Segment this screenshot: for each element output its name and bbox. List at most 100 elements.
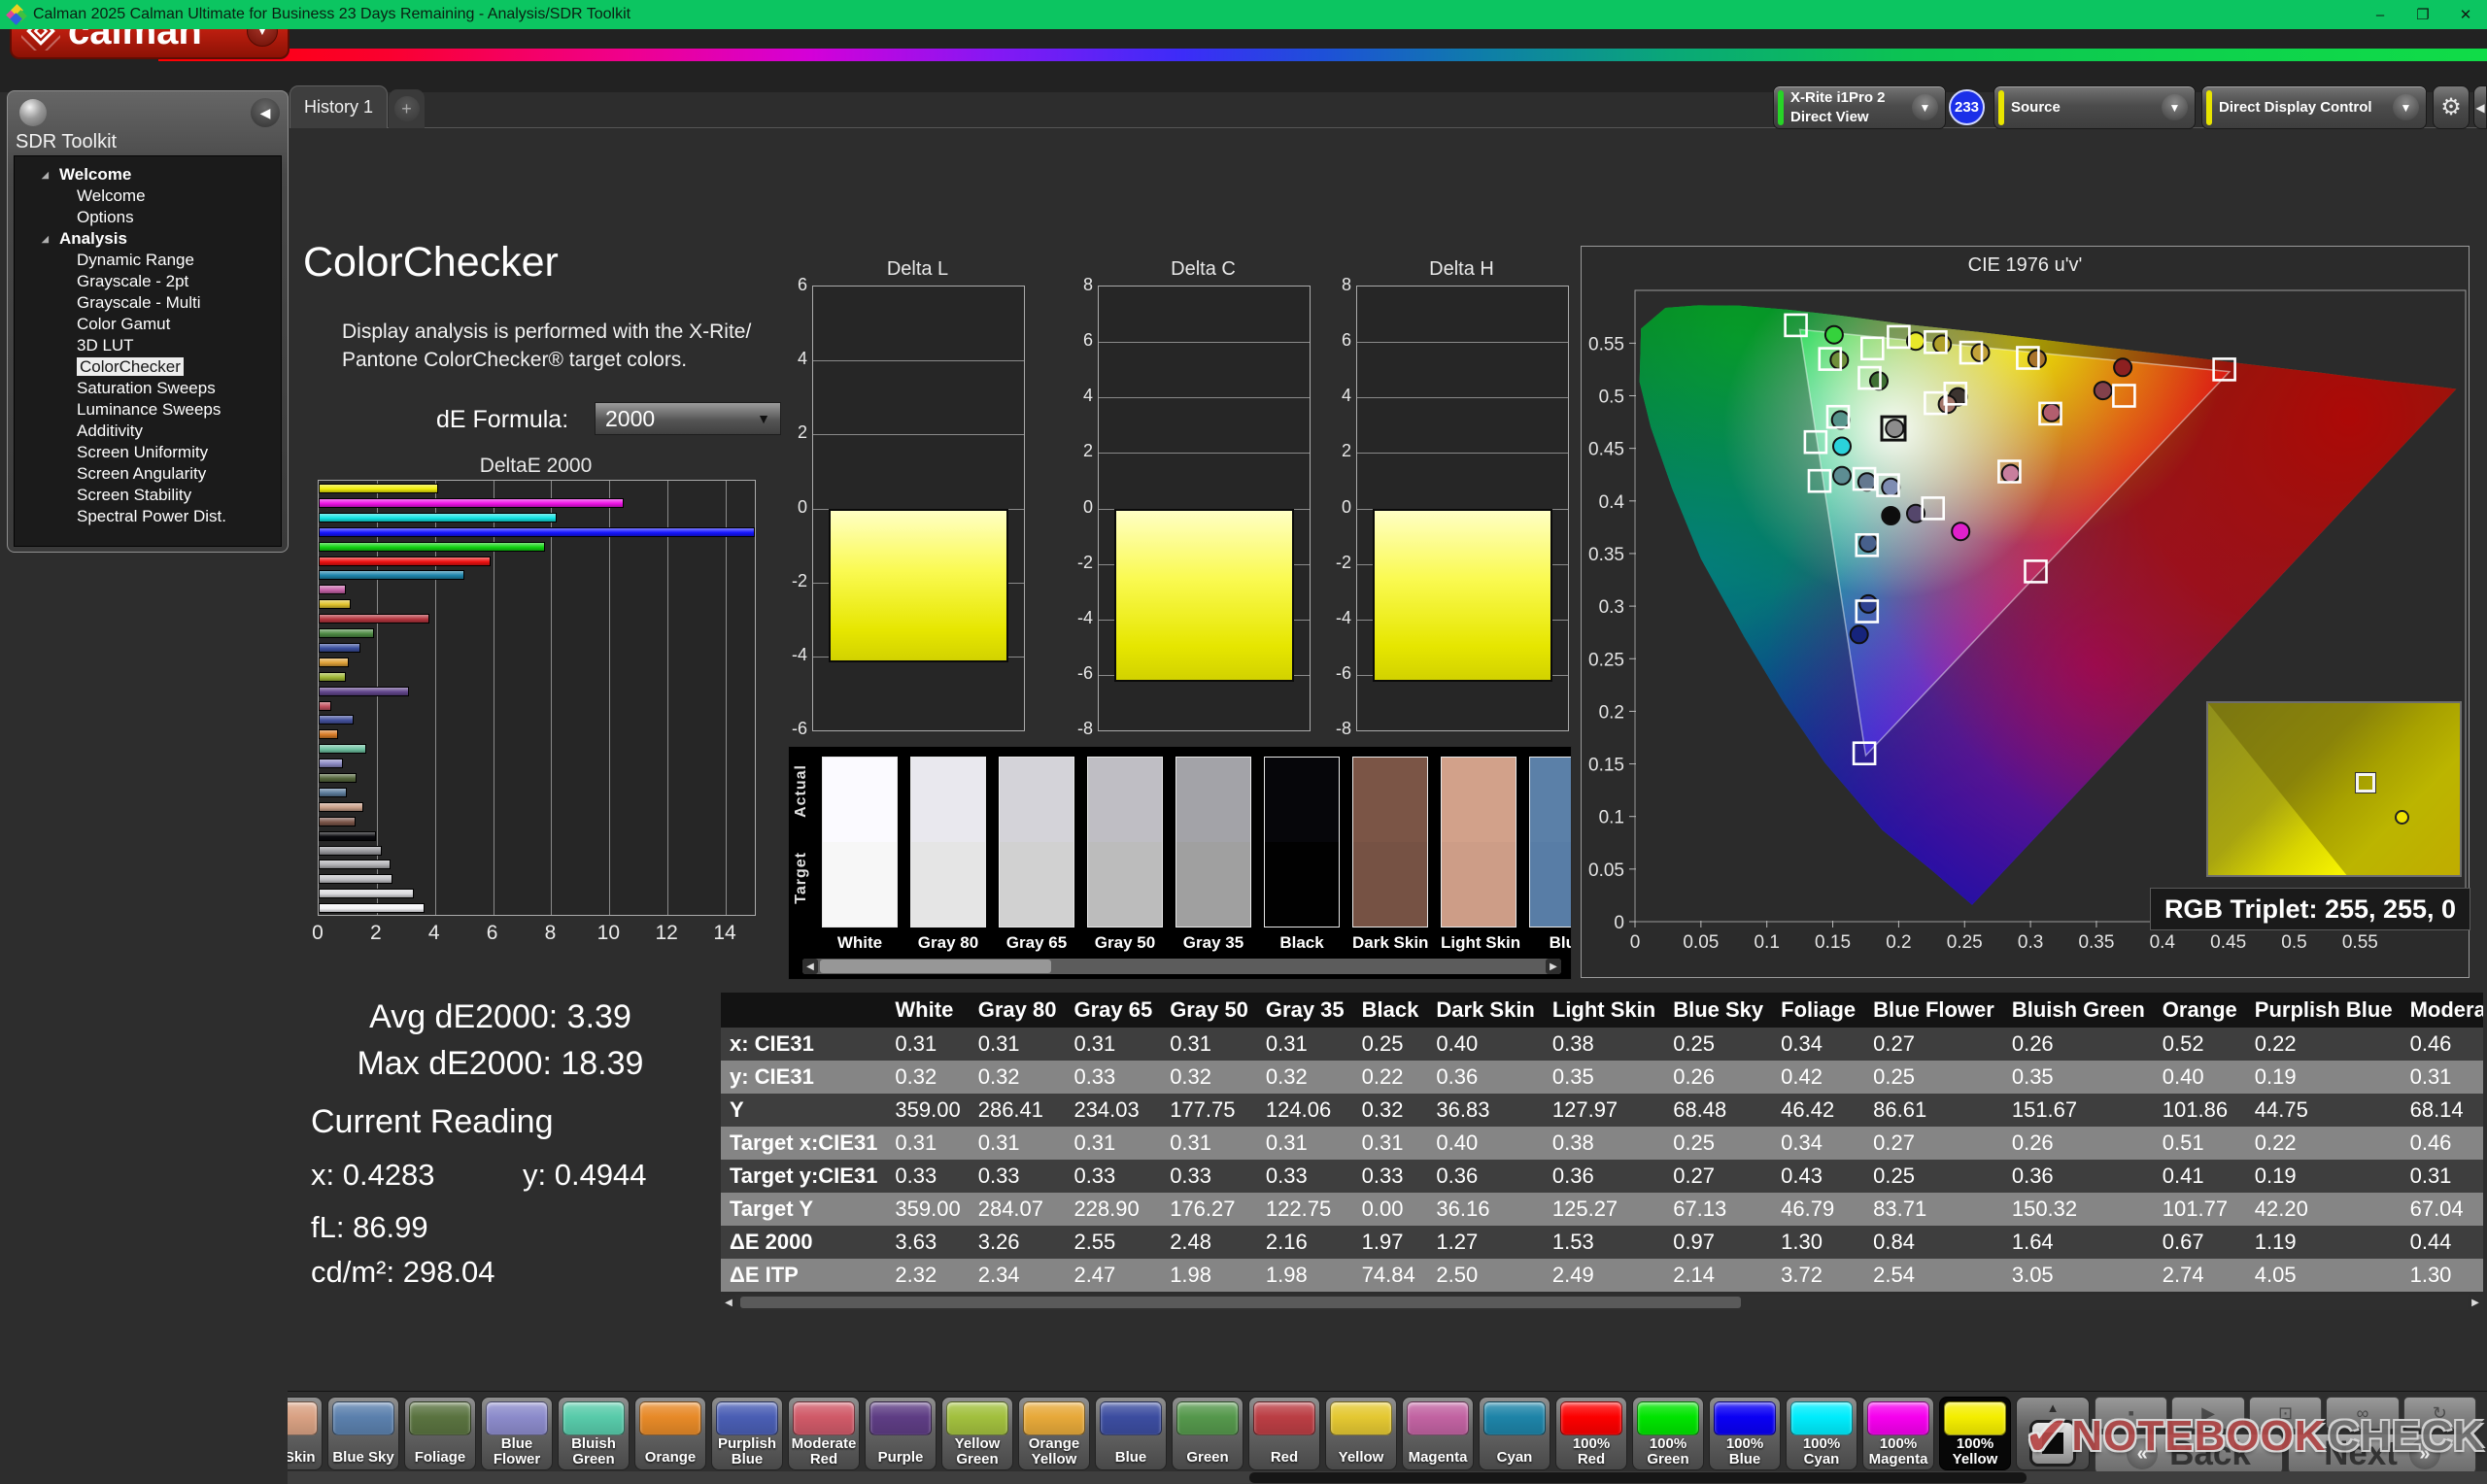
patch-tile-100-cyan[interactable]: 100% Cyan bbox=[1786, 1397, 1857, 1470]
patch-tile-bluish-green[interactable]: Bluish Green bbox=[558, 1397, 630, 1470]
sidebar-item-options[interactable]: Options bbox=[15, 207, 281, 228]
restore-button[interactable]: ❐ bbox=[2402, 0, 2444, 29]
cie-measured-point bbox=[2114, 358, 2131, 376]
row-label: x: CIE31 bbox=[721, 1028, 886, 1061]
scroll-left-icon[interactable]: ◀ bbox=[802, 959, 818, 974]
sidebar-item-spectral-power-dist-[interactable]: Spectral Power Dist. bbox=[15, 506, 281, 527]
next-button[interactable]: Next» bbox=[2288, 1433, 2476, 1474]
expander-icon[interactable]: ◢ bbox=[42, 164, 49, 186]
patch-tile-purplish-blue[interactable]: Purplish Blue bbox=[711, 1397, 783, 1470]
close-button[interactable]: ✕ bbox=[2444, 0, 2487, 29]
sidebar-item-color-gamut[interactable]: Color Gamut bbox=[15, 314, 281, 335]
table-scrollbar[interactable]: ◀ ▶ bbox=[721, 1295, 2483, 1310]
patch-tile-100-magenta[interactable]: 100% Magenta bbox=[1862, 1397, 1934, 1470]
patch-tile-cyan[interactable]: Cyan bbox=[1479, 1397, 1550, 1470]
patch-tile-yellow[interactable]: Yellow bbox=[1325, 1397, 1397, 1470]
patch-tile-100-yellow[interactable]: 100% Yellow bbox=[1939, 1397, 2011, 1470]
table-cell: 0.35 bbox=[2003, 1061, 2154, 1094]
patch-swatch bbox=[1407, 1401, 1469, 1435]
sidebar-item-colorchecker[interactable]: ColorChecker bbox=[15, 356, 281, 378]
swatch-scrollbar[interactable]: ◀ ▶ bbox=[802, 959, 1561, 974]
pattern-window-tile[interactable]: ▲ bbox=[2016, 1397, 2090, 1470]
deltae-bar-100-blue bbox=[319, 527, 755, 537]
sidebar-item-screen-stability[interactable]: Screen Stability bbox=[15, 485, 281, 506]
display-control-dropdown[interactable]: Direct Display Control ▼ bbox=[2201, 85, 2427, 129]
nav-tool-icon-3[interactable]: ∞ bbox=[2326, 1397, 2399, 1430]
column-header: Purplish Blue bbox=[2246, 993, 2402, 1028]
scrollbar-handle[interactable] bbox=[740, 1297, 1741, 1308]
patch-tile-blue-sky[interactable]: Blue Sky bbox=[327, 1397, 399, 1470]
table-cell: 127.97 bbox=[1544, 1094, 1664, 1127]
source-dropdown[interactable]: Source ▼ bbox=[1993, 85, 2196, 129]
expander-icon[interactable]: ◢ bbox=[42, 228, 49, 250]
nav-tool-icon-1[interactable]: ▶ bbox=[2171, 1397, 2244, 1430]
patch-tile-blue-flower[interactable]: Blue Flower bbox=[481, 1397, 553, 1470]
meter-count-badge[interactable]: 233 bbox=[1949, 89, 1985, 125]
patch-tile-blue[interactable]: Blue bbox=[1095, 1397, 1167, 1470]
patch-tile-orange-yellow[interactable]: Orange Yellow bbox=[1018, 1397, 1090, 1470]
sidebar-item-screen-uniformity[interactable]: Screen Uniformity bbox=[15, 442, 281, 463]
patch-label: Magenta bbox=[1403, 1435, 1473, 1469]
sidebar-item-welcome[interactable]: Welcome bbox=[15, 186, 281, 207]
table-cell: 0.52 bbox=[2154, 1028, 2246, 1061]
svg-text:0.3: 0.3 bbox=[1599, 597, 1624, 618]
tree-group-analysis[interactable]: ◢Analysis bbox=[15, 228, 281, 250]
table-cell: 0.26 bbox=[2003, 1127, 2154, 1160]
patch-tile-orange[interactable]: Orange bbox=[634, 1397, 706, 1470]
delta-h-chart: Delta H 86420-2-4-6-8 bbox=[1324, 258, 1572, 744]
sidebar-item-screen-angularity[interactable]: Screen Angularity bbox=[15, 463, 281, 485]
panel-collapse-button[interactable]: ◀ bbox=[2473, 85, 2487, 129]
pattern-stop-icon[interactable] bbox=[2029, 1420, 2076, 1467]
patch-tile-yellow-green[interactable]: Yellow Green bbox=[941, 1397, 1013, 1470]
sidebar-item-luminance-sweeps[interactable]: Luminance Sweeps bbox=[15, 399, 281, 421]
table-cell: 83.71 bbox=[1864, 1193, 2003, 1226]
delta-c-title: Delta C bbox=[1098, 258, 1309, 281]
patch-tile-100-green[interactable]: 100% Green bbox=[1632, 1397, 1704, 1470]
patch-tile-100-red[interactable]: 100% Red bbox=[1555, 1397, 1627, 1470]
nav-tool-icon-0[interactable]: ▪ bbox=[2095, 1397, 2167, 1430]
back-button[interactable]: «Back bbox=[2095, 1433, 2283, 1474]
minimize-button[interactable]: – bbox=[2359, 0, 2402, 29]
table-cell: 0.00 bbox=[1353, 1193, 1428, 1226]
scrollbar-handle[interactable] bbox=[820, 960, 1051, 973]
column-header: Light Skin bbox=[1544, 993, 1664, 1028]
patch-tile-ght-skin[interactable]: ght Skin bbox=[288, 1397, 323, 1470]
scroll-right-icon[interactable]: ▶ bbox=[2468, 1295, 2483, 1310]
patch-tile-foliage[interactable]: Foliage bbox=[404, 1397, 476, 1470]
de-formula-select[interactable]: 2000 ▼ bbox=[595, 402, 781, 435]
scrollbar-handle[interactable] bbox=[1249, 1472, 2027, 1483]
swatch-blue bbox=[1529, 757, 1572, 928]
rgb-triplet-readout: RGB Triplet: 255, 255, 0 bbox=[2150, 888, 2470, 930]
nav-tool-icon-2[interactable]: ⊡ bbox=[2249, 1397, 2322, 1430]
sidebar-item-grayscale-multi[interactable]: Grayscale - Multi bbox=[15, 292, 281, 314]
meter-dropdown[interactable]: X-Rite i1Pro 2Direct View ▼ bbox=[1773, 85, 1946, 129]
sidebar-item-grayscale-2pt[interactable]: Grayscale - 2pt bbox=[15, 271, 281, 292]
patch-bar-scrollbar[interactable] bbox=[288, 1471, 2487, 1484]
sphere-icon[interactable] bbox=[19, 99, 47, 126]
tree-group-welcome[interactable]: ◢Welcome bbox=[15, 164, 281, 186]
table-cell: 0.26 bbox=[1664, 1061, 1772, 1094]
nav-tool-icon-4[interactable]: ↻ bbox=[2403, 1397, 2476, 1430]
sidebar-collapse-button[interactable]: ◀ bbox=[251, 98, 280, 127]
patch-tile-magenta[interactable]: Magenta bbox=[1402, 1397, 1474, 1470]
sidebar-item-additivity[interactable]: Additivity bbox=[15, 421, 281, 442]
patch-tile-purple[interactable]: Purple bbox=[865, 1397, 937, 1470]
table-cell: 86.61 bbox=[1864, 1094, 2003, 1127]
tab-history-1[interactable]: History 1 bbox=[290, 85, 388, 128]
column-header bbox=[721, 993, 886, 1028]
add-tab-button[interactable]: + bbox=[389, 89, 425, 128]
sidebar-item-dynamic-range[interactable]: Dynamic Range bbox=[15, 250, 281, 271]
sidebar-item-3d-lut[interactable]: 3D LUT bbox=[15, 335, 281, 356]
patch-tile-red[interactable]: Red bbox=[1248, 1397, 1320, 1470]
scroll-left-icon[interactable]: ◀ bbox=[721, 1295, 736, 1310]
patch-tile-green[interactable]: Green bbox=[1172, 1397, 1244, 1470]
settings-gear-button[interactable]: ⚙ bbox=[2433, 85, 2470, 129]
scroll-right-icon[interactable]: ▶ bbox=[1546, 959, 1561, 974]
table-cell: 0.31 bbox=[1161, 1127, 1257, 1160]
patch-tile-moderate-red[interactable]: Moderate Red bbox=[788, 1397, 860, 1470]
row-label: ΔE ITP bbox=[721, 1259, 886, 1292]
column-header: White bbox=[886, 993, 969, 1028]
chevron-up-icon[interactable]: ▲ bbox=[2047, 1400, 2060, 1415]
patch-tile-100-blue[interactable]: 100% Blue bbox=[1709, 1397, 1781, 1470]
sidebar-item-saturation-sweeps[interactable]: Saturation Sweeps bbox=[15, 378, 281, 399]
